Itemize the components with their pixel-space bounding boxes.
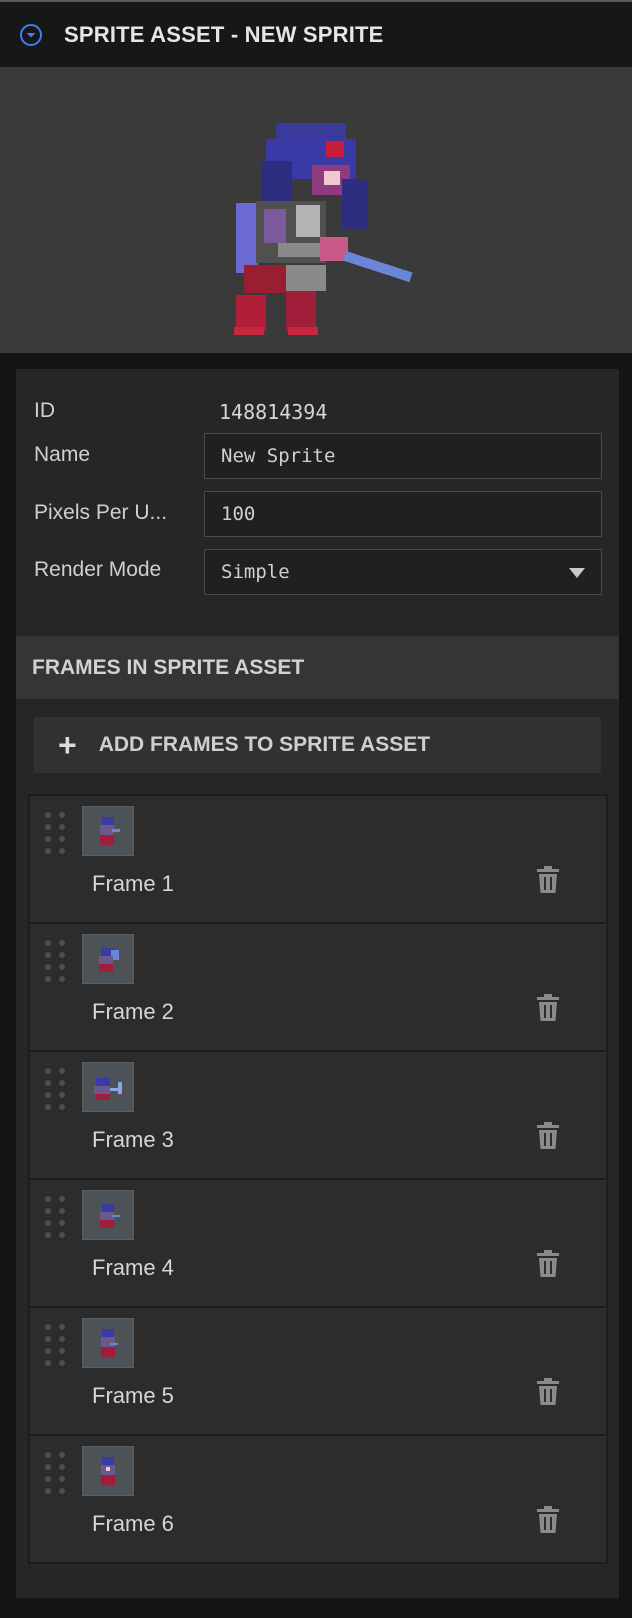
frame-item: Frame 5: [28, 1306, 608, 1436]
frame-label: Frame 6: [92, 1511, 174, 1536]
frame-thumbnail: [82, 1446, 134, 1496]
drag-handle-icon[interactable]: [45, 812, 67, 854]
render-mode-value: Simple: [221, 561, 290, 583]
render-mode-row: Render Mode Simple: [16, 549, 619, 597]
frame-thumbnail: [82, 1062, 134, 1112]
pixels-per-unit-field[interactable]: 100: [204, 491, 602, 537]
drag-handle-icon[interactable]: [45, 940, 67, 982]
id-value: 148814394: [219, 400, 328, 424]
trash-icon[interactable]: [536, 1378, 560, 1406]
frames-section-header: FRAMES IN SPRITE ASSET: [16, 636, 619, 699]
name-row: Name New Sprite: [16, 433, 619, 481]
frame-item: Frame 3: [28, 1050, 608, 1180]
frame-thumbnail: [82, 1318, 134, 1368]
drag-handle-icon[interactable]: [45, 1452, 67, 1494]
header-title: SPRITE ASSET - NEW SPRITE: [64, 21, 384, 47]
pixels-per-unit-label: Pixels Per U...: [34, 501, 168, 524]
render-mode-label: Render Mode: [34, 558, 162, 581]
pixels-per-unit-row: Pixels Per U... 100: [16, 491, 619, 539]
frame-item: Frame 6: [28, 1434, 608, 1564]
frame-label: Frame 1: [92, 871, 174, 896]
drag-handle-icon[interactable]: [45, 1196, 67, 1238]
trash-icon[interactable]: [536, 866, 560, 894]
frame-thumbnail: [82, 934, 134, 984]
trash-icon[interactable]: [536, 1250, 560, 1278]
frame-label: Frame 4: [92, 1255, 174, 1280]
drag-handle-icon[interactable]: [45, 1068, 67, 1110]
frames-section-title: FRAMES IN SPRITE ASSET: [32, 655, 305, 679]
render-mode-select[interactable]: Simple: [204, 549, 602, 595]
trash-icon[interactable]: [536, 994, 560, 1022]
panel-header: SPRITE ASSET - NEW SPRITE: [0, 0, 632, 67]
drag-handle-icon[interactable]: [45, 1324, 67, 1366]
sprite-preview-image: [234, 123, 413, 335]
id-row: ID 148814394: [16, 387, 619, 435]
add-frames-label: ADD FRAMES TO SPRITE ASSET: [98, 733, 431, 756]
dropdown-arrow-icon: [569, 568, 585, 578]
frames-list: Frame 1 Frame 2 Frame 3 Frame 4 Frame 5: [28, 794, 608, 1564]
properties-panel: ID 148814394 Name New Sprite Pixels Per …: [16, 369, 619, 1598]
sprite-preview: [0, 67, 632, 353]
trash-icon[interactable]: [536, 1506, 560, 1534]
frame-label: Frame 3: [92, 1127, 174, 1152]
frame-item: Frame 1: [28, 794, 608, 924]
frame-thumbnail: [82, 1190, 134, 1240]
frame-thumbnail: [82, 806, 134, 856]
name-field[interactable]: New Sprite: [204, 433, 602, 479]
frame-label: Frame 2: [92, 999, 174, 1024]
frame-item: Frame 4: [28, 1178, 608, 1308]
frame-item: Frame 2: [28, 922, 608, 1052]
frame-label: Frame 5: [92, 1383, 174, 1408]
plus-icon: +: [58, 727, 77, 763]
collapse-icon[interactable]: [18, 22, 44, 48]
add-frames-button[interactable]: + ADD FRAMES TO SPRITE ASSET: [34, 717, 601, 773]
trash-icon[interactable]: [536, 1122, 560, 1150]
id-label: ID: [34, 399, 55, 422]
name-label: Name: [34, 443, 91, 466]
